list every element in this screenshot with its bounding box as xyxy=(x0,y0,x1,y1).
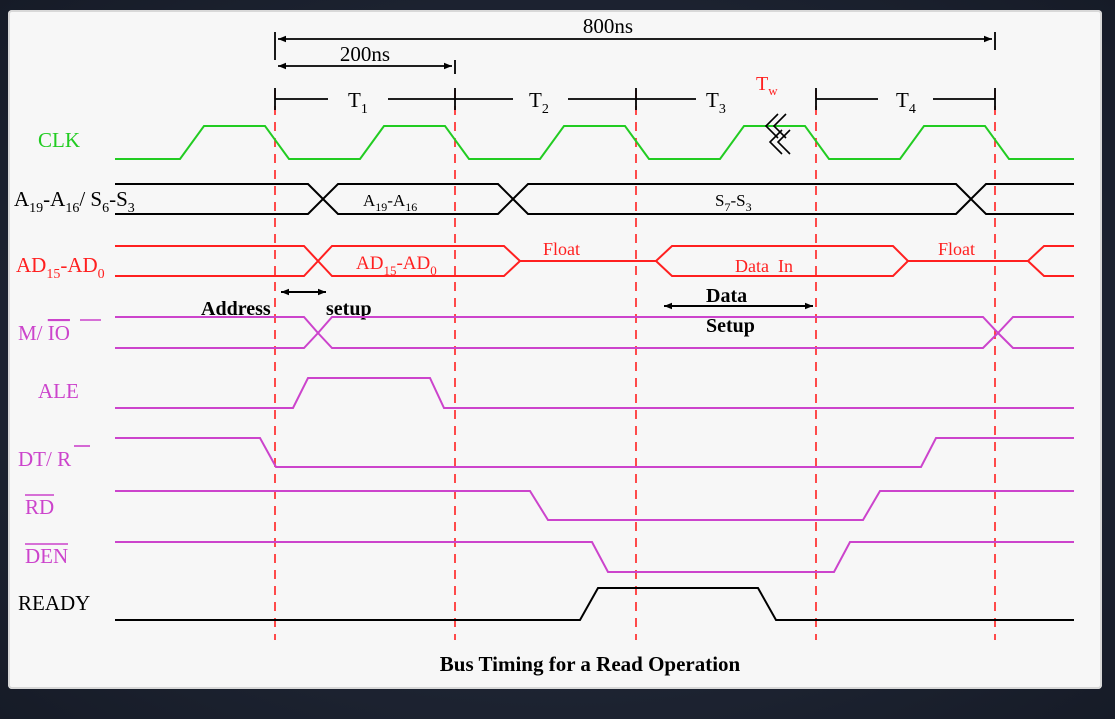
waveform-den xyxy=(115,541,1074,573)
label-dt-r: DT/ R xyxy=(18,447,71,471)
waveform-ad-bus xyxy=(115,245,1074,277)
period-bar xyxy=(274,88,996,110)
period-tw: Tw xyxy=(756,73,778,98)
measure-800ns-label: 800ns xyxy=(583,14,633,38)
status-segment: S7-S3 xyxy=(715,191,752,214)
waveform-clk xyxy=(115,125,1074,160)
period-t2: T2 xyxy=(529,88,549,117)
wait-state-break-icon xyxy=(764,113,791,155)
period-t3: T3 xyxy=(706,88,726,117)
label-ready: READY xyxy=(18,591,90,615)
label-ad-bus: AD15-AD0 xyxy=(16,253,105,282)
diagram-title: Bus Timing for a Read Operation xyxy=(440,652,741,676)
timing-diagram-panel: 800ns 200ns T1 T2 T3 Tw T4 CLK A19-A16/ … xyxy=(8,10,1102,689)
period-t4: T4 xyxy=(896,88,916,117)
label-den: DEN xyxy=(25,544,68,568)
label-rd: RD xyxy=(25,495,54,519)
waveform-m-io xyxy=(115,316,1074,349)
waveform-dt-r xyxy=(115,437,1074,468)
ad-segment-address: AD15-AD0 xyxy=(356,253,437,278)
measure-200ns: 200ns xyxy=(278,42,456,74)
ad-float-1: Float xyxy=(543,239,580,259)
waveform-rd xyxy=(115,490,1074,521)
label-clk: CLK xyxy=(38,128,80,152)
period-markers xyxy=(274,90,996,640)
label-address-status: A19-A16/ S6-S3 xyxy=(14,187,135,216)
ad-data-in: Data In xyxy=(735,256,793,276)
waveform-address-status xyxy=(115,183,1074,215)
waveform-ready xyxy=(115,587,1074,621)
ad-float-2: Float xyxy=(938,239,975,259)
label-m-io: M/ IO xyxy=(18,321,70,345)
annotation-data: Data xyxy=(706,285,747,307)
measure-200ns-label: 200ns xyxy=(340,42,390,66)
timing-diagram: 800ns 200ns T1 T2 T3 Tw T4 CLK A19-A16/ … xyxy=(14,14,1074,676)
address-segment: A19-A16 xyxy=(363,191,417,214)
waveform-ale xyxy=(115,377,1074,409)
annotation-data-setup: Setup xyxy=(706,315,755,337)
period-t1: T1 xyxy=(348,88,368,117)
label-ale: ALE xyxy=(38,379,79,403)
